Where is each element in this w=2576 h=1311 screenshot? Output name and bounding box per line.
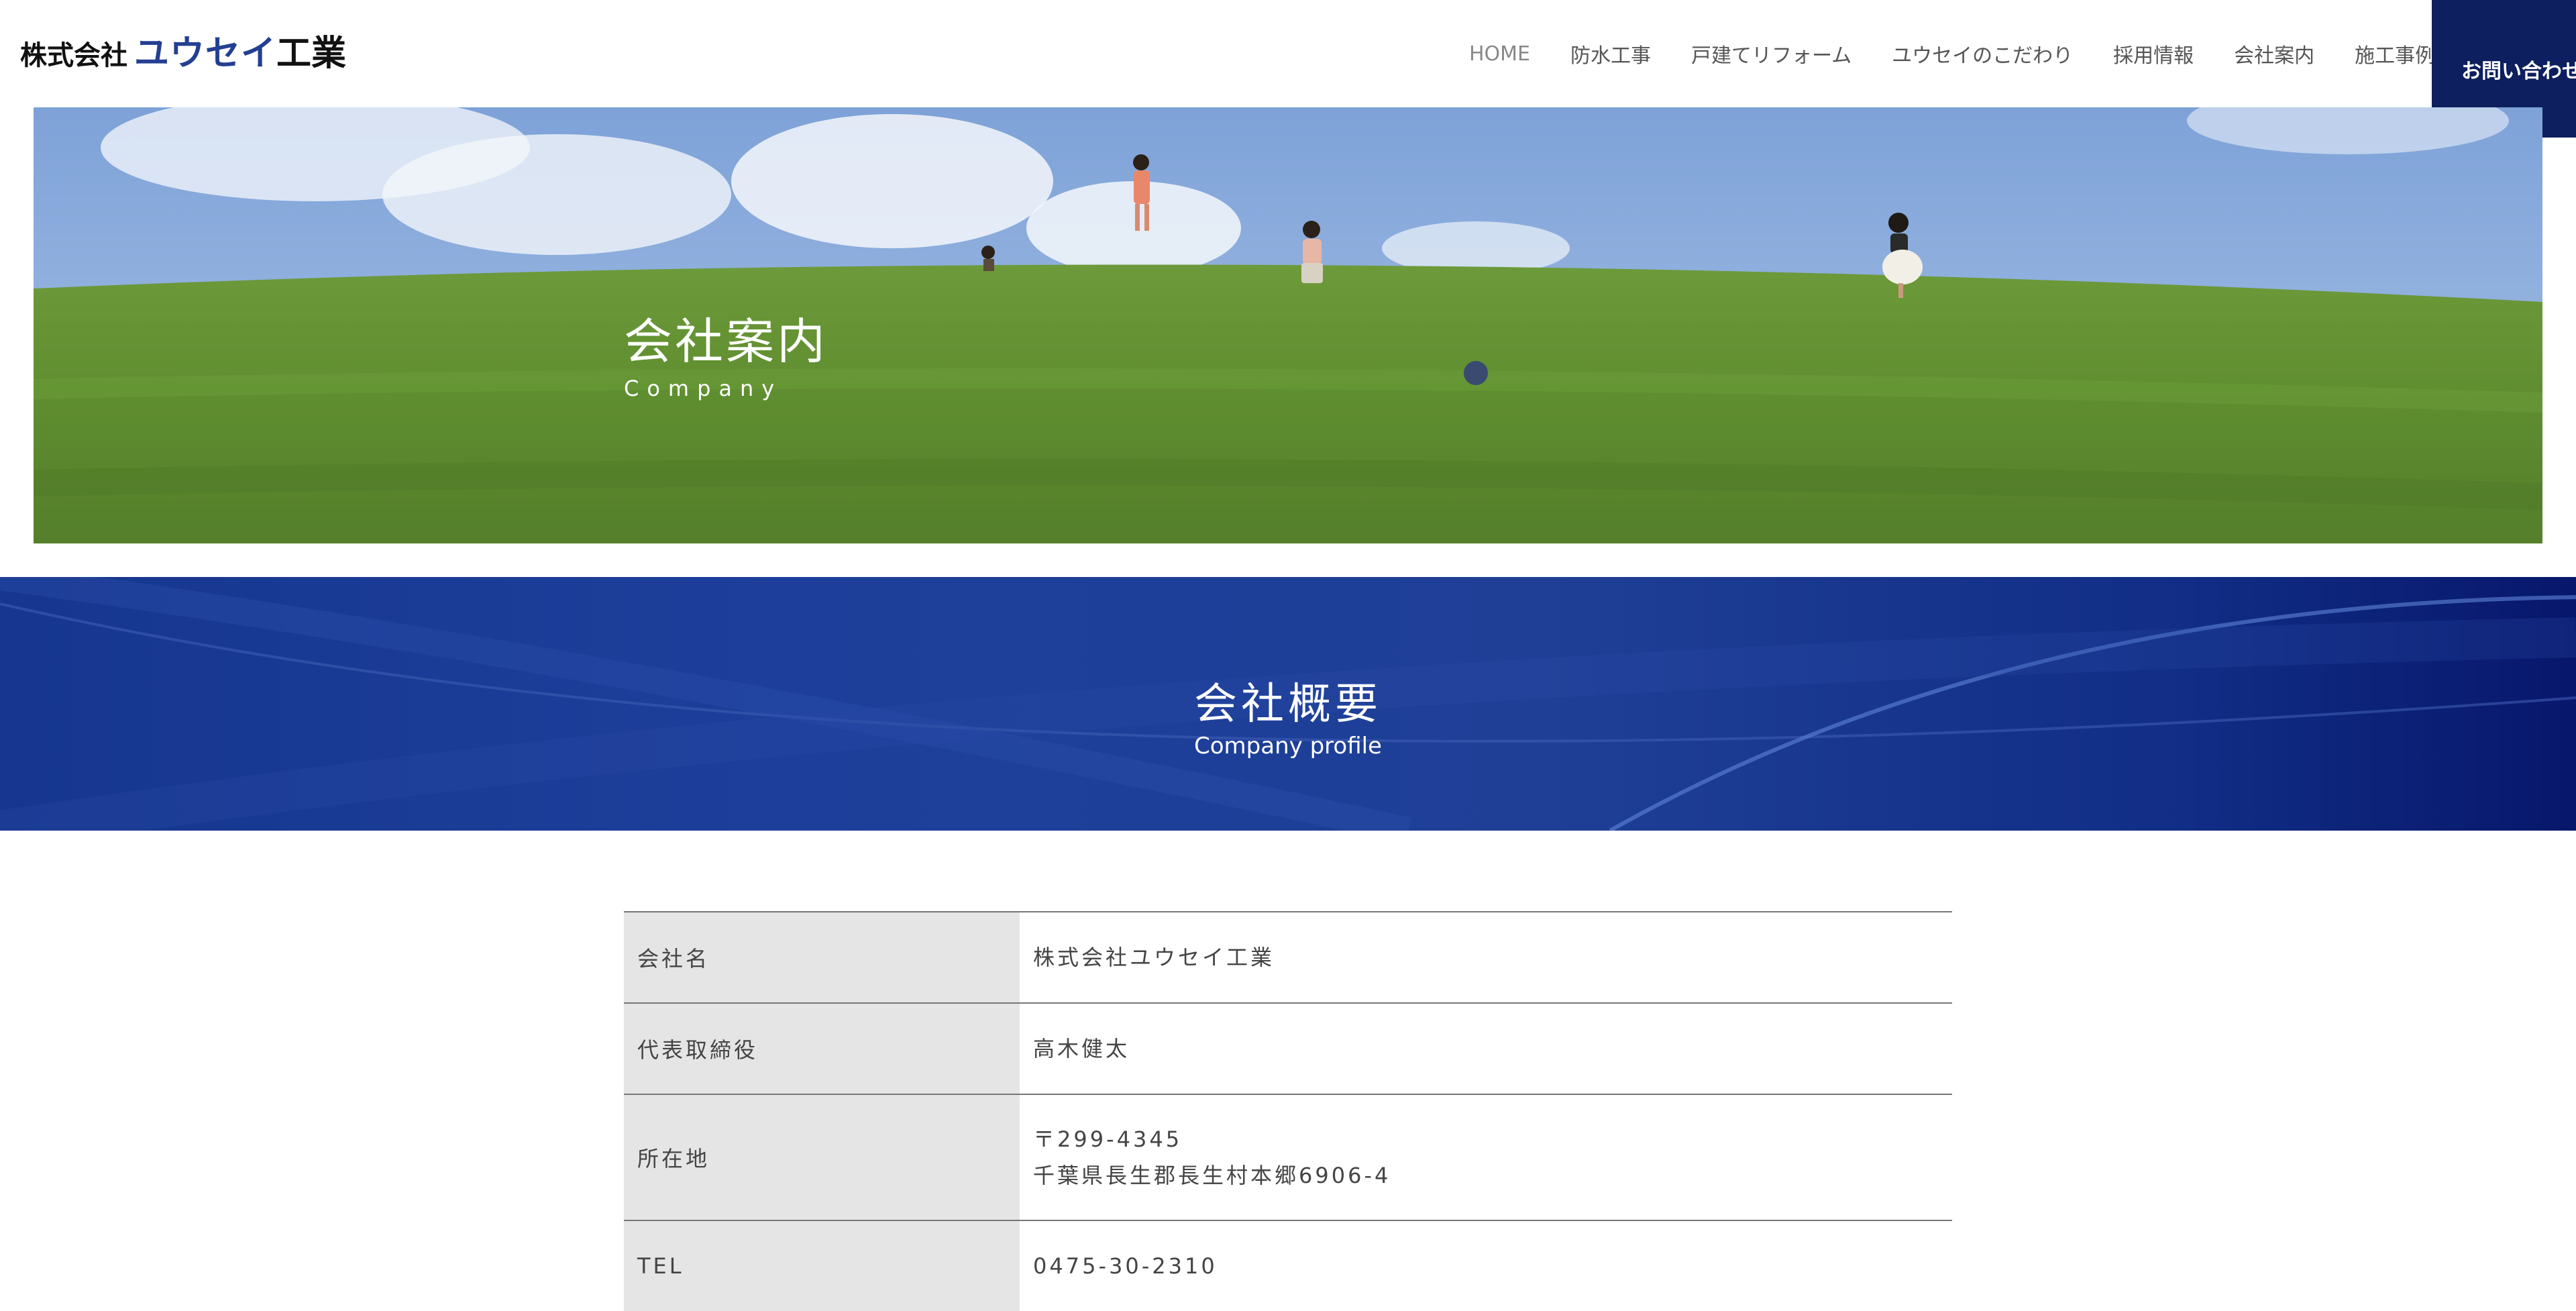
hero-subtitle: Company <box>624 376 783 401</box>
row-value: 〒299-4345 千葉県長生郡長生村本郷6906-4 <box>1020 1094 1952 1220</box>
logo-prefix: 株式会社 <box>20 40 127 71</box>
main-nav: HOME 防水工事 戸建てリフォーム ユウセイのこだわり 採用情報 会社案内 施… <box>1469 39 2475 68</box>
site-header: 株式会社 ユウセイ 工業 HOME 防水工事 戸建てリフォーム ユウセイのこだわ… <box>0 0 2576 107</box>
nav-home[interactable]: HOME <box>1469 42 1530 66</box>
row-label: 所在地 <box>624 1094 1020 1220</box>
table-row: 代表取締役 高木健太 <box>624 1002 1952 1094</box>
table-row: 会社名 株式会社ユウセイ工業 <box>624 911 1952 1003</box>
section-subtitle: Company profile <box>1194 733 1382 759</box>
ball <box>1464 361 1488 385</box>
section-banner: 会社概要 Company profile <box>0 577 2576 831</box>
section-title: 会社概要 <box>1194 680 1382 729</box>
value-line: 高木健太 <box>1033 1036 1130 1061</box>
hero-image: 会社案内 Company <box>34 107 2542 543</box>
nav-house-reform[interactable]: 戸建てリフォーム <box>1691 39 1851 68</box>
hero-title: 会社案内 <box>624 313 828 370</box>
value-line: 株式会社ユウセイ工業 <box>1033 945 1275 970</box>
hero-photo <box>34 107 2542 543</box>
row-value: 株式会社ユウセイ工業 <box>1020 911 1952 1003</box>
row-label: 代表取締役 <box>624 1002 1020 1094</box>
nav-commitment[interactable]: ユウセイのこだわり <box>1892 39 2073 68</box>
logo-name: ユウセイ <box>134 34 277 74</box>
table-row: TEL 0475-30-2310 <box>624 1220 1952 1311</box>
nav-recruit[interactable]: 採用情報 <box>2113 39 2194 68</box>
value-line: 0475-30-2310 <box>1033 1253 1218 1279</box>
company-profile-table: 会社名 株式会社ユウセイ工業 代表取締役 高木健太 所在地 〒299-4345 … <box>624 911 1952 1311</box>
value-line: 千葉県長生郡長生村本郷6906-4 <box>1033 1163 1391 1188</box>
table-row: 所在地 〒299-4345 千葉県長生郡長生村本郷6906-4 <box>624 1094 1952 1220</box>
nav-company[interactable]: 会社案内 <box>2234 39 2314 68</box>
value-line: 〒299-4345 <box>1033 1126 1183 1152</box>
row-label: TEL <box>624 1220 1020 1311</box>
row-value: 高木健太 <box>1020 1002 1952 1094</box>
row-label: 会社名 <box>624 911 1020 1003</box>
nav-waterproofing[interactable]: 防水工事 <box>1570 39 1651 68</box>
row-value: 0475-30-2310 <box>1020 1220 1952 1311</box>
company-logo[interactable]: 株式会社 ユウセイ 工業 <box>20 34 346 75</box>
logo-suffix: 工業 <box>276 34 347 74</box>
nav-works[interactable]: 施工事例 <box>2355 39 2435 68</box>
child-figure-3 <box>1301 221 1323 283</box>
